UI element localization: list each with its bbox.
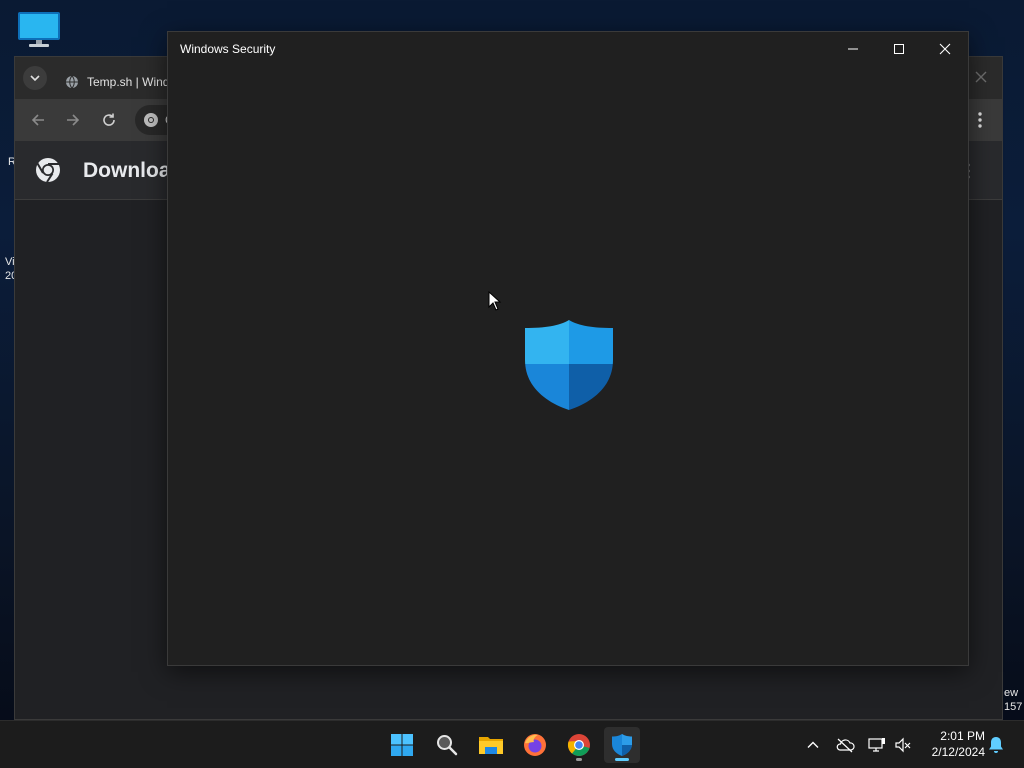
desktop-edge-text: 157 — [1004, 701, 1023, 713]
chrome-icon — [144, 113, 158, 127]
back-button[interactable] — [28, 110, 48, 130]
clock-date: 2/12/2024 — [931, 745, 985, 759]
chrome-icon — [567, 734, 590, 756]
tab-title: Temp.sh | Wind — [87, 75, 170, 89]
globe-icon — [66, 75, 78, 89]
shield-icon — [525, 320, 613, 410]
volume-button[interactable] — [893, 735, 913, 755]
minimize-button[interactable] — [830, 32, 876, 66]
shield-icon — [612, 734, 632, 756]
windows-security-window[interactable]: Windows Security — [167, 31, 969, 666]
tab-search-button[interactable] — [23, 66, 47, 90]
desktop-edge-text: ew — [1004, 687, 1019, 699]
notifications-button[interactable] — [986, 735, 1006, 755]
taskbar: 2:01 PM 2/12/2024 — [0, 720, 1024, 768]
windows-security-taskbar-button[interactable] — [604, 727, 640, 763]
more-vertical-icon[interactable] — [970, 110, 990, 130]
windows-start-icon — [391, 734, 413, 756]
network-icon — [868, 738, 885, 752]
chevron-down-icon — [30, 75, 40, 82]
firefox-icon — [524, 734, 546, 756]
close-icon[interactable] — [974, 70, 988, 84]
shield-mid — [525, 364, 569, 410]
onedrive-icon — [836, 738, 855, 753]
close-button[interactable] — [922, 32, 968, 66]
reload-button[interactable] — [99, 110, 119, 130]
mouse-cursor-icon — [488, 291, 502, 311]
maximize-icon — [894, 44, 904, 54]
running-indicator — [576, 758, 582, 761]
bell-icon — [989, 737, 1003, 753]
folder-icon — [479, 737, 503, 754]
onedrive-button[interactable] — [835, 735, 855, 755]
close-icon — [939, 43, 951, 55]
shield-dark — [569, 364, 613, 410]
clock-time: 2:01 PM — [940, 729, 985, 743]
arrow-right-icon — [67, 114, 80, 126]
chevron-up-icon — [807, 741, 819, 748]
show-hidden-icons-button[interactable] — [803, 735, 823, 755]
chrome-taskbar-button[interactable] — [561, 727, 597, 763]
page-title: Downloa — [83, 159, 171, 182]
start-button[interactable] — [384, 727, 420, 763]
arrow-left-icon — [31, 114, 44, 126]
firefox-button[interactable] — [517, 727, 553, 763]
minimize-icon — [848, 48, 858, 50]
volume-muted-icon — [895, 737, 911, 753]
search-icon — [437, 735, 458, 756]
search-button[interactable] — [429, 727, 465, 763]
maximize-button[interactable] — [876, 32, 922, 66]
file-explorer-button[interactable] — [473, 727, 509, 763]
active-indicator — [615, 758, 629, 761]
this-pc-desktop-icon[interactable] — [16, 10, 62, 50]
shield-light — [525, 320, 569, 364]
system-clock[interactable]: 2:01 PM 2/12/2024 — [915, 728, 985, 760]
network-button[interactable] — [867, 735, 887, 755]
monitor-icon — [18, 12, 60, 47]
chrome-logo-icon — [36, 158, 60, 183]
window-title: Windows Security — [180, 42, 276, 56]
forward-button[interactable] — [63, 110, 83, 130]
reload-icon — [103, 113, 115, 126]
